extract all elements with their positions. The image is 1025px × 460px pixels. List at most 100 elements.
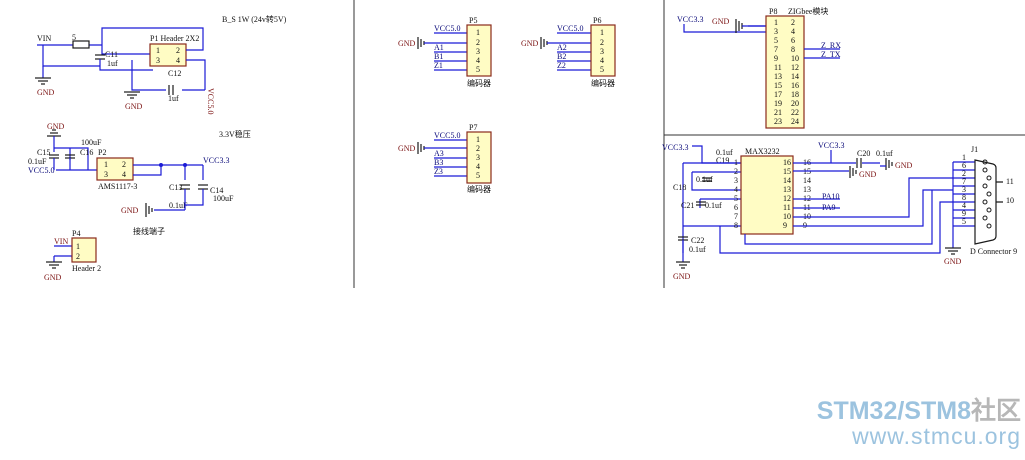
p6-pin2: 2 [600, 38, 604, 47]
zigbee-ref: P8 [769, 7, 777, 16]
pa9-label: PA9 [822, 203, 836, 212]
encoder-p7: P7 VCC5.0 GND A3 B3 Z3 1 2 3 4 5 编码器 [398, 123, 492, 194]
p6-name: 编码器 [591, 78, 615, 88]
p7-pin3: 3 [476, 153, 480, 162]
p5-net-a: A1 [434, 43, 444, 52]
p7-pin5: 5 [476, 171, 480, 180]
zb-l6: 13 [774, 72, 782, 81]
gnd-label-reg24b: GND [125, 102, 143, 111]
c16-label: C16 [80, 148, 93, 157]
dconn-out11: 11 [1006, 177, 1014, 186]
mx-l1: 2 [734, 167, 738, 176]
zb-r4: 10 [791, 54, 799, 63]
p4-pin2: 2 [76, 252, 80, 261]
p6-pin4: 4 [600, 56, 604, 65]
zb-l8: 17 [774, 90, 782, 99]
p7-net-b: B3 [434, 158, 443, 167]
zb-r11: 24 [791, 117, 799, 126]
c11-value: 1uf [107, 59, 118, 68]
p6-net-z: Z2 [557, 61, 566, 70]
reg33-title: 3.3V稳压 [219, 129, 251, 139]
mx-r4: 12 [783, 194, 791, 203]
mx-r0: 16 [783, 158, 791, 167]
zb-l11: 23 [774, 117, 782, 126]
mx-l2: 3 [734, 176, 738, 185]
gnd-label-reg24: GND [37, 88, 55, 97]
c19-label: C19 [716, 156, 729, 165]
gnd-symbol-p7 [417, 142, 425, 154]
zb-l3: 7 [774, 45, 778, 54]
p2-pin3: 3 [104, 170, 108, 179]
resistor-label: 5 [72, 33, 76, 42]
zb-l7: 15 [774, 81, 782, 90]
zb-r5: 12 [791, 63, 799, 72]
p5-pin1: 1 [476, 28, 480, 37]
dconn-pin-labels: 1 6 2 7 3 8 4 9 5 [962, 153, 966, 226]
p2-pin4: 4 [122, 170, 126, 179]
watermark: STM32/STM8社区 www.stmcu.org [817, 398, 1021, 448]
watermark-community: 社区 [970, 397, 1021, 425]
mx-l6: 7 [734, 212, 738, 221]
p4-label: P4 [72, 229, 80, 238]
c21-label: C21 [681, 201, 694, 210]
ams-label: AMS1117-3 [98, 182, 137, 191]
mx-l3: 4 [734, 185, 738, 194]
p6-gnd: GND [521, 39, 539, 48]
gnd-symbol-zigbee [735, 19, 743, 33]
zb-r8: 18 [791, 90, 799, 99]
c15-value: 0.1uF [28, 157, 47, 166]
mx-l0: 1 [734, 158, 738, 167]
gnd-symbol-p6 [540, 37, 548, 49]
zb-l9: 19 [774, 99, 782, 108]
p2-label: P2 [98, 148, 106, 157]
mx-l5: 6 [734, 203, 738, 212]
schematic-canvas: B_S 1W (24v转5V) VIN 5 C11 1uf GND P1 Hea… [28, 0, 1025, 288]
c15-label: C15 [37, 148, 50, 157]
mx-o2: 14 [803, 176, 811, 185]
dconnector-block: J1 GND 1 6 2 7 3 8 4 9 5 11 10 D Connect… [944, 145, 1017, 266]
zigbee-title: ZIGbee模块 [788, 6, 828, 16]
zigbee-block: VCC3.3 GND P8 ZIGbee模块 1 3 5 7 9 11 13 1… [677, 6, 841, 129]
zb-r9: 20 [791, 99, 799, 108]
watermark-url: www.stmcu.org [852, 423, 1021, 449]
p6-pin5: 5 [600, 65, 604, 74]
j1-ref: J1 [971, 145, 978, 154]
c11-label: C11 [105, 50, 118, 59]
c16-value: 100uF [81, 138, 102, 147]
p5-ref: P5 [469, 16, 477, 25]
terminal-title: 接线端子 [133, 226, 165, 236]
gnd-symbol-terminal [46, 261, 62, 269]
p7-net-z: Z3 [434, 167, 443, 176]
c18-label: C18 [673, 183, 686, 192]
p4-pin1: 1 [76, 242, 80, 251]
p7-pin4: 4 [476, 162, 480, 171]
watermark-line1: STM32/STM8社区 [817, 398, 1021, 424]
c22-label: C22 [691, 236, 704, 245]
reg24-title: B_S 1W (24v转5V) [222, 14, 287, 24]
max-gnd-left: GND [673, 272, 691, 281]
regulator-p2-ams1117[interactable] [96, 157, 134, 181]
gnd-symbol-dconn [945, 247, 961, 255]
zb-r7: 16 [791, 81, 799, 90]
c14-value: 100uF [213, 194, 234, 203]
c12-label: C12 [168, 69, 181, 78]
zigbee-vcc: VCC3.3 [677, 15, 703, 24]
p5-pin3: 3 [476, 47, 480, 56]
watermark-brand: STM32/STM8 [816, 397, 971, 425]
dc-p8: 5 [962, 217, 966, 226]
p1-pin1: 1 [156, 46, 160, 55]
p6-net-a: A2 [557, 43, 567, 52]
c20-label: C20 [857, 149, 870, 158]
p6-pin1: 1 [600, 28, 604, 37]
zb-r1: 4 [791, 27, 795, 36]
zb-l0: 1 [774, 18, 778, 27]
p6-net-b: B2 [557, 52, 566, 61]
zb-r10: 22 [791, 108, 799, 117]
p7-pin2: 2 [476, 144, 480, 153]
p1-pin2: 2 [176, 46, 180, 55]
zigbee-tx: Z_TX [821, 50, 841, 59]
p5-net-z: Z1 [434, 61, 443, 70]
d-connector-j1[interactable] [974, 159, 997, 245]
p6-ref: P6 [593, 16, 601, 25]
c13-label: C13 [169, 183, 182, 192]
